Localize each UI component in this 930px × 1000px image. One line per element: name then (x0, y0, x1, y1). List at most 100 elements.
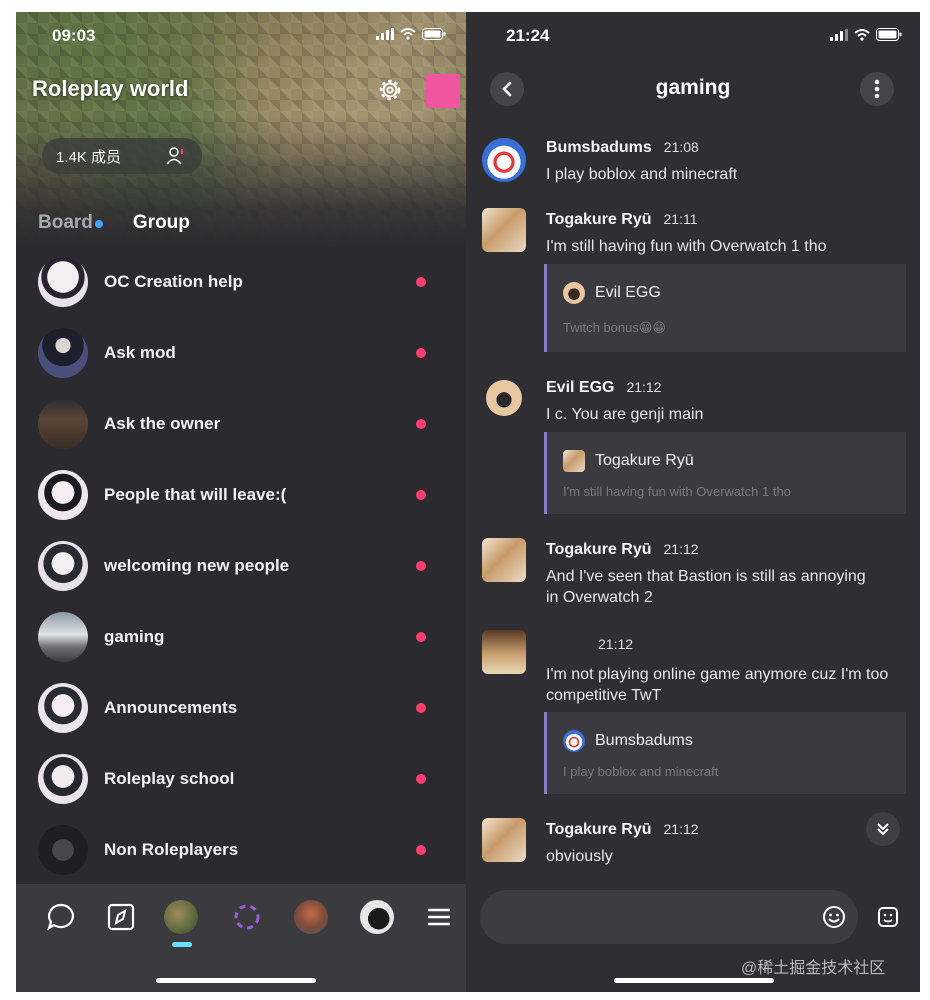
chat-name: Ask mod (104, 342, 176, 362)
message-text: I c. You are genji main (546, 406, 704, 423)
unread-dot (416, 844, 426, 855)
message-text: And I've seen that Bastion is still as a… (546, 568, 866, 606)
status-icons (376, 28, 446, 40)
unread-dot (416, 560, 426, 571)
unread-dot (416, 773, 426, 784)
emoji-icon[interactable] (822, 905, 846, 929)
message-author[interactable]: Evil EGG 21:12 (546, 379, 662, 397)
chat-item[interactable]: Roleplay school (16, 743, 466, 814)
chat-item[interactable]: Ask mod (16, 317, 466, 388)
avatar (563, 450, 585, 472)
community-roleplay-world-icon[interactable] (164, 900, 198, 934)
unread-dot (416, 489, 426, 500)
active-tab-indicator (172, 942, 192, 947)
unread-dot (416, 702, 426, 713)
wifi-icon (400, 28, 416, 40)
home-indicator (614, 978, 774, 983)
status-time: 21:24 (506, 26, 550, 45)
unread-dot (416, 631, 426, 642)
message-author[interactable]: Togakure Ryū 21:12 (546, 541, 699, 559)
message-input[interactable] (480, 890, 858, 944)
avatar[interactable] (482, 538, 526, 582)
chat-message: Togakure Ryū 21:12 obviously (466, 816, 920, 876)
chat-name: Roleplay school (104, 768, 235, 788)
chat-message: 21:12 I'm not playing online game anymor… (466, 630, 920, 800)
message-author[interactable]: Togakure Ryū 21:12 (546, 821, 699, 839)
message-time: 21:08 (663, 139, 699, 155)
unread-dot (416, 276, 426, 287)
quoted-message[interactable]: Evil EGG Twitch bonus😁😁 (544, 264, 906, 352)
bottom-nav (16, 884, 466, 992)
message-time: 21:12 (626, 379, 662, 395)
avatar (38, 327, 88, 378)
signal-icon (376, 28, 394, 40)
avatar[interactable] (482, 208, 526, 252)
add-member-icon (166, 147, 183, 165)
message-time: 21:11 (663, 211, 698, 227)
avatar[interactable] (482, 818, 526, 862)
chat-name: People that will leave:( (104, 484, 287, 504)
chat-item[interactable]: welcoming new people (16, 530, 466, 601)
menu-icon[interactable] (422, 900, 456, 934)
chat-name: Announcements (104, 697, 238, 717)
chat-name: welcoming new people (104, 555, 290, 575)
signal-icon (830, 28, 848, 41)
chevron-double-down-icon (877, 823, 889, 836)
channel-title: gaming (655, 76, 731, 99)
community-title: Roleplay world (32, 76, 189, 101)
chat-name: gaming (104, 626, 165, 646)
quote-text: I'm still having fun with Overwatch 1 th… (563, 484, 791, 499)
loading-ring-icon[interactable] (230, 900, 264, 934)
chat-message: Togakure Ryū 21:11 I'm still having fun w… (466, 206, 920, 356)
message-text: obviously (546, 848, 613, 865)
chat-name: Ask the owner (104, 413, 221, 433)
chat-message: Togakure Ryū 21:12 And I've seen that Bas… (466, 536, 920, 616)
message-text: I'm still having fun with Overwatch 1 th… (546, 238, 827, 255)
home-indicator (156, 978, 316, 983)
avatar[interactable] (482, 630, 526, 674)
message-author[interactable]: 21:12 (598, 636, 633, 654)
scroll-to-bottom-button[interactable] (866, 812, 900, 846)
avatar (38, 682, 88, 733)
more-options-button[interactable] (860, 72, 894, 106)
chat-item[interactable]: Ask the owner (16, 388, 466, 459)
avatar (38, 824, 88, 875)
tab-group[interactable]: Group (133, 212, 190, 234)
chat-item[interactable]: Non Roleplayers (16, 814, 466, 885)
chat-item[interactable]: People that will leave:( (16, 459, 466, 530)
avatar (38, 611, 88, 662)
profile-badge-button[interactable] (426, 74, 460, 108)
compass-icon[interactable] (104, 900, 138, 934)
community-tabs: Board Group (38, 212, 190, 234)
message-author[interactable]: Bumsbadums 21:08 (546, 139, 699, 157)
chat-name: Non Roleplayers (104, 839, 239, 859)
chat-item[interactable]: gaming (16, 601, 466, 672)
message-author[interactable]: Togakure Ryū 21:11 (546, 211, 698, 229)
chat-bubble-icon[interactable] (44, 900, 78, 934)
message-time: 21:12 (663, 821, 699, 837)
chat-message: Bumsbadums 21:08 I play boblox and minecr… (466, 134, 920, 194)
unread-dot (416, 347, 426, 358)
tab-board[interactable]: Board (38, 212, 103, 234)
avatar (563, 730, 585, 752)
chat-item[interactable]: OC Creation help (16, 246, 466, 317)
quote-text: I play boblox and minecraft (563, 764, 719, 779)
sticker-icon[interactable] (876, 905, 900, 929)
community-avatar-icon[interactable] (294, 900, 328, 934)
avatar[interactable] (486, 380, 522, 416)
cat-community-icon[interactable] (360, 900, 394, 934)
chat-name: OC Creation help (104, 271, 243, 291)
member-count-pill[interactable]: 1.4K 成员 (42, 138, 202, 174)
avatar[interactable] (482, 138, 526, 182)
watermark: @稀土掘金技术社区 (741, 960, 886, 977)
battery-icon (876, 28, 902, 41)
quoted-message[interactable]: Togakure Ryū I'm still having fun with O… (544, 432, 906, 514)
member-count: 1.4K 成员 (56, 148, 122, 166)
quoted-message[interactable]: Bumsbadums I play boblox and minecraft (544, 712, 906, 794)
avatar (38, 256, 88, 307)
chat-list: OC Creation help Ask mod Ask the owner P… (16, 246, 466, 885)
chat-item[interactable]: Announcements (16, 672, 466, 743)
gear-icon[interactable] (376, 76, 404, 104)
avatar (38, 469, 88, 520)
community-screen: 09:03 Roleplay world 1.4K 成员 Board Group… (16, 12, 466, 992)
